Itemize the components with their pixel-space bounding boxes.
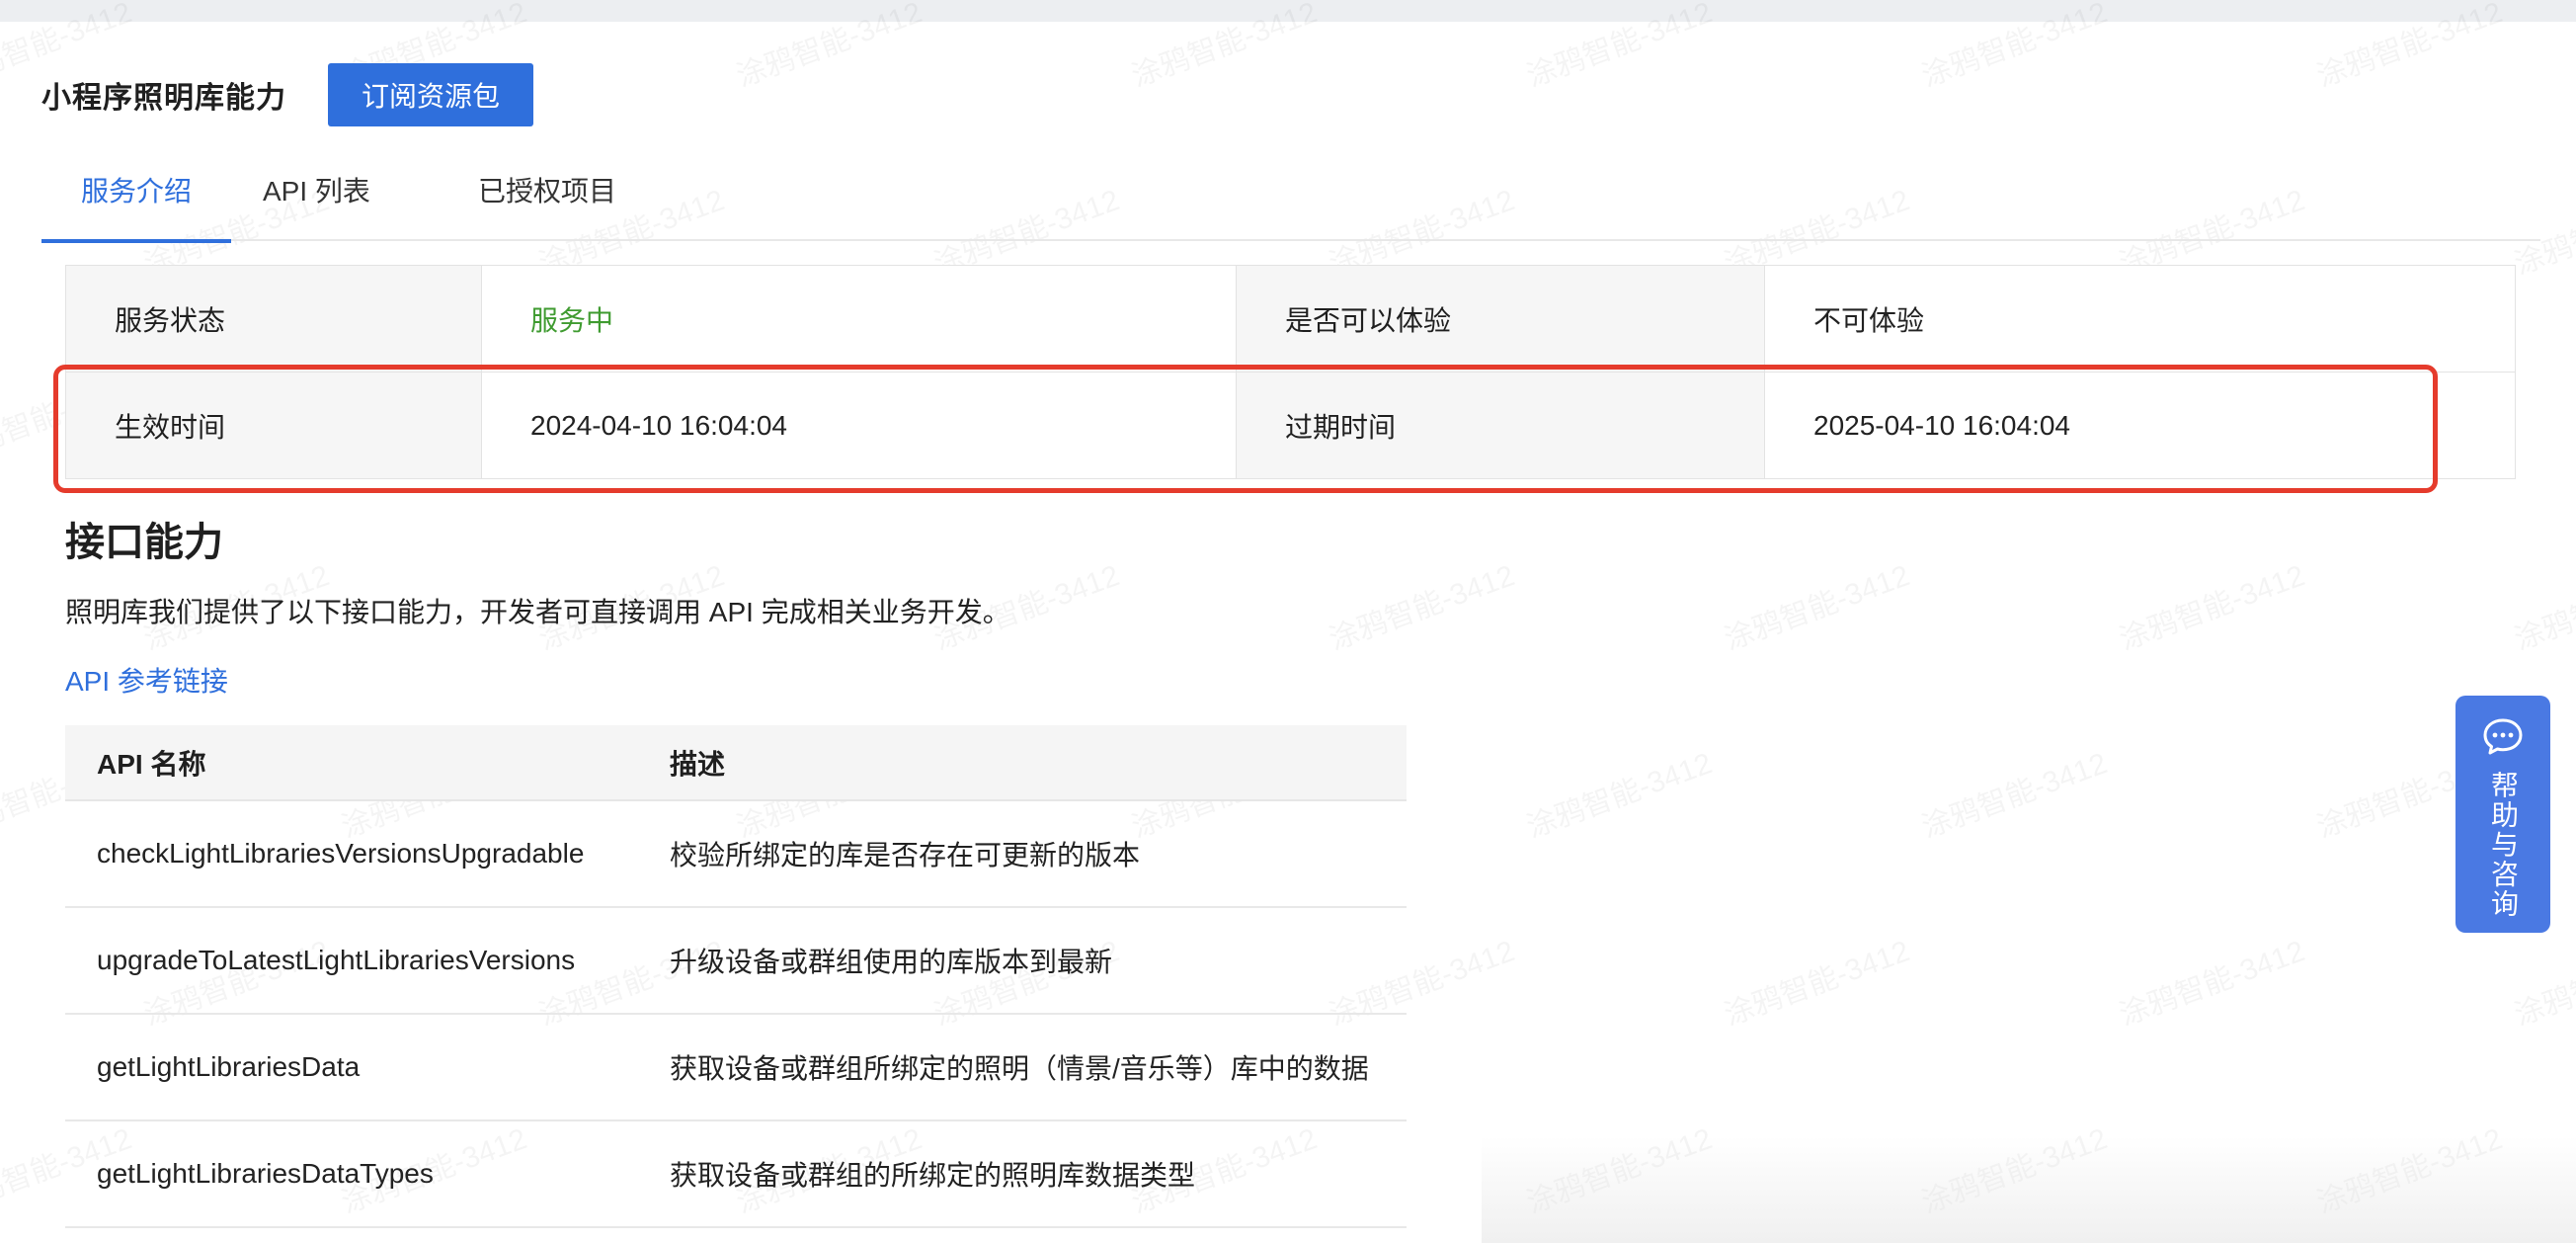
watermark-text: 涂鸦智能-3412 (1717, 927, 1914, 1035)
chat-icon (2483, 718, 2523, 755)
table-row: getLightLibrariesData 获取设备或群组所绑定的照明（情景/音… (65, 1014, 1407, 1121)
watermark-text: 涂鸦智能-3412 (2112, 927, 2309, 1035)
watermark-text: 涂鸦智能-3412 (2112, 551, 2309, 659)
service-status-label: 服务状态 (65, 265, 482, 373)
table-row: getLightLibrariesDataTypes 获取设备或群组的所绑定的照… (65, 1120, 1407, 1228)
api-desc-cell: 获取设备或群组的所绑定的照明库数据类型 (638, 1120, 1407, 1228)
watermark-text: 涂鸦智能-3412 (1322, 551, 1519, 659)
service-status-value: 服务中 (481, 265, 1237, 373)
trial-value: 不可体验 (1764, 265, 2516, 373)
highlight-annotation-box (53, 365, 2438, 493)
top-strip (0, 0, 2576, 22)
api-desc-cell: 校验所绑定的库是否存在可更新的版本 (638, 800, 1407, 908)
page-title: 小程序照明库能力 (41, 82, 286, 115)
table-row: checkLightLibrariesVersionsUpgradable 校验… (65, 800, 1407, 908)
api-reference-link[interactable]: API 参考链接 (65, 660, 228, 700)
section-description: 照明库我们提供了以下接口能力，开发者可直接调用 API 完成相关业务开发。 (65, 597, 1010, 627)
table-row: upgradeToLatestLightLibrariesVersions 升级… (65, 907, 1407, 1015)
api-table-header: API 名称 描述 (65, 725, 1407, 801)
bottom-shadow (1482, 1136, 2576, 1243)
tab-bar: 服务介绍 API 列表 已授权项目 (41, 156, 2540, 243)
trial-label: 是否可以体验 (1236, 265, 1765, 373)
watermark-text: 涂鸦智能-3412 (1914, 739, 2112, 847)
tab-service-intro[interactable]: 服务介绍 (41, 156, 231, 243)
watermark-text: 涂鸦智能-3412 (2507, 927, 2576, 1035)
api-name-cell: getLightLibrariesData (65, 1014, 638, 1121)
help-consult-button[interactable]: 帮助与咨询 (2455, 696, 2550, 933)
tab-authorized-projects[interactable]: 已授权项目 (456, 156, 674, 241)
column-header-description: 描述 (638, 725, 1407, 801)
watermark-text: 涂鸦智能-3412 (1717, 551, 1914, 659)
api-name-cell: getLightLibrariesDataTypes (65, 1120, 638, 1228)
watermark-text: 涂鸦智能-3412 (1519, 739, 1717, 847)
watermark-text: 涂鸦智能-3412 (2507, 551, 2576, 659)
api-table: API 名称 描述 checkLightLibrariesVersionsUpg… (65, 725, 1407, 1228)
subscribe-resource-pack-button[interactable]: 订阅资源包 (328, 63, 533, 126)
page-header: 小程序照明库能力 订阅资源包 (41, 63, 533, 126)
api-desc-cell: 升级设备或群组使用的库版本到最新 (638, 907, 1407, 1015)
tab-api-list[interactable]: API 列表 (231, 156, 456, 241)
api-name-cell: checkLightLibrariesVersionsUpgradable (65, 800, 638, 908)
api-desc-cell: 获取设备或群组所绑定的照明（情景/音乐等）库中的数据 (638, 1014, 1407, 1121)
column-header-api-name: API 名称 (65, 725, 638, 801)
api-name-cell: upgradeToLatestLightLibrariesVersions (65, 907, 638, 1015)
help-consult-label: 帮助与咨询 (2488, 771, 2519, 919)
info-row-status: 服务状态 服务中 是否可以体验 不可体验 (65, 265, 2516, 373)
section-title: 接口能力 (65, 521, 223, 564)
